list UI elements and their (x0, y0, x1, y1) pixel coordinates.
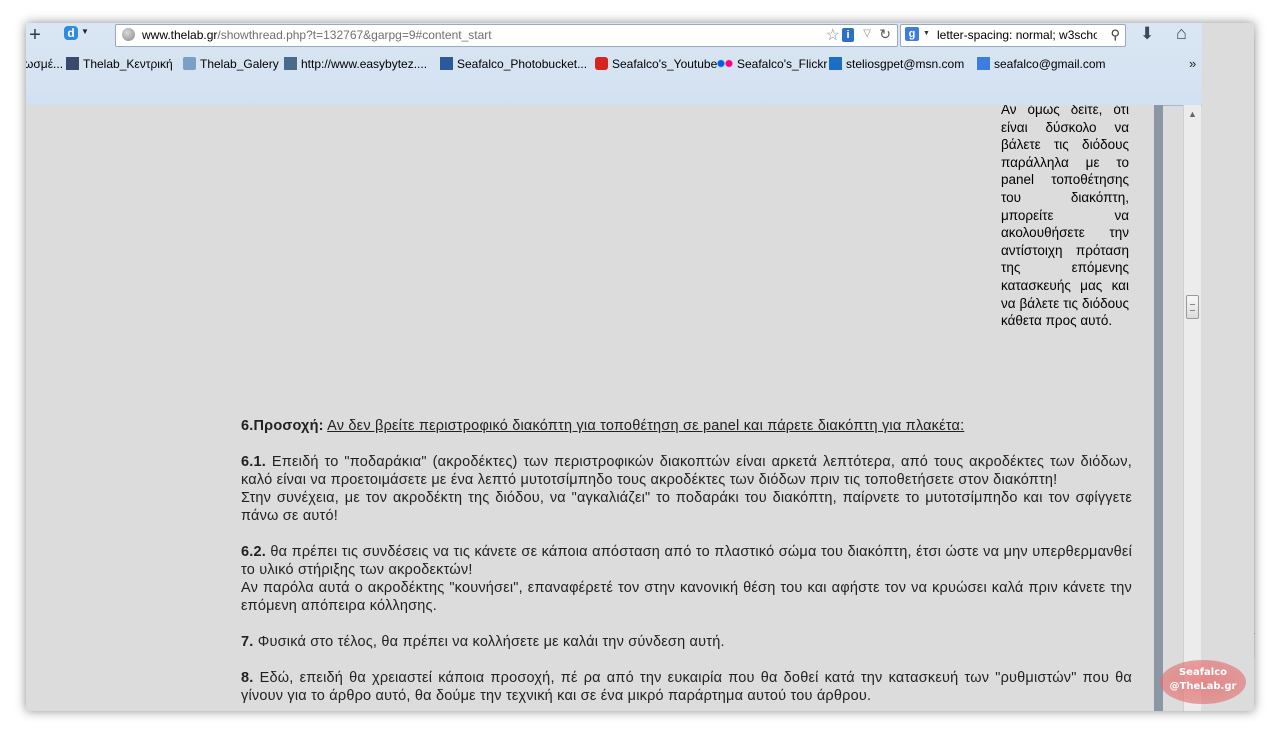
info-icon[interactable]: i (842, 28, 854, 42)
watermark-logo: Seafalco @TheLab.gr (1160, 660, 1246, 704)
section-number: 6.1. (241, 454, 266, 470)
bookmark-item[interactable]: Seafalco's_Flickr (717, 57, 827, 71)
bookmark-item[interactable]: Seafalco_Photobucket... (440, 57, 587, 71)
section-6: 6.Προσοχή: Αν δεν βρείτε περιστροφικό δι… (241, 417, 1132, 435)
vertical-scrollbar[interactable]: ▲ (1183, 105, 1201, 711)
photobucket-icon (440, 57, 453, 70)
flickr-icon (717, 57, 733, 70)
globe-icon[interactable] (122, 28, 135, 41)
section-8: 8. Εδώ, επειδή θα χρειαστεί κάποια προσο… (241, 670, 1132, 704)
section-number: 7. (241, 634, 254, 650)
bookmarks-toolbar: ωσμέ... Thelab_Κεντρική Thelab_Galery ht… (26, 55, 1202, 75)
page-content: Αν όμως δείτε, ότι είναι δύσκολο να βάλε… (26, 105, 1154, 711)
chevron-down-icon[interactable]: ▽ (863, 28, 871, 39)
chevron-down-icon[interactable]: ▼ (81, 27, 89, 36)
url-path: /showthread.php?t=132767&garpg=9#content… (217, 28, 492, 42)
search-input[interactable]: letter-spacing: normal; w3schools (937, 28, 1097, 42)
section-number: 6.2. (241, 544, 266, 560)
home-icon[interactable]: ⌂ (1176, 23, 1187, 44)
section-6-2: 6.2. θα πρέπει τις συνδέσεις να τις κάνε… (241, 544, 1132, 614)
section-7: 7. Φυσικά στο τέλος, θα πρέπει να κολλήσ… (241, 634, 725, 650)
bookmark-item[interactable]: http://www.easybytez.... (284, 57, 427, 71)
reload-icon[interactable]: ↻ (879, 26, 891, 43)
section-heading: Αν δεν βρείτε περιστροφικό διακόπτη για … (327, 418, 965, 434)
browser-toolbar: + d ▼ www.thelab.gr/showthread.php?t=132… (26, 23, 1202, 106)
thelab-icon (66, 57, 79, 70)
magnifier-icon[interactable]: ⚲ (1110, 27, 1120, 43)
delicious-icon[interactable]: d (64, 26, 78, 40)
chevron-down-icon[interactable]: ▼ (923, 30, 930, 37)
bookmark-item[interactable]: seafalco@gmail.com (977, 57, 1106, 71)
section-number: 6.Προσοχή: (241, 418, 324, 434)
side-paragraph: Αν όμως δείτε, ότι είναι δύσκολο να βάλε… (1001, 105, 1129, 329)
google-icon (977, 57, 990, 70)
outlook-icon (829, 57, 842, 70)
plus-icon[interactable]: + (26, 25, 44, 45)
search-bar[interactable]: g ▼ letter-spacing: normal; w3schools ⚲ (900, 24, 1126, 47)
url-text[interactable]: www.thelab.gr/showthread.php?t=132767&ga… (142, 28, 492, 42)
section-6-1: 6.1. Επειδή το "ποδαράκια" (ακροδέκτες) … (241, 454, 1132, 524)
url-bar[interactable]: www.thelab.gr/showthread.php?t=132767&ga… (115, 24, 898, 47)
download-icon[interactable]: ⬇ (1140, 24, 1154, 44)
chevron-right-icon[interactable]: » (1189, 56, 1196, 71)
bookmark-item[interactable]: Thelab_Κεντρική (66, 57, 173, 71)
bookmark-item[interactable]: ωσμέ... (26, 57, 63, 71)
section-number: 8. (241, 670, 254, 686)
bookmark-item[interactable]: steliosgpet@msn.com (829, 57, 964, 71)
page-border (1154, 105, 1163, 711)
bookmark-icon (183, 57, 196, 70)
google-icon[interactable]: g (905, 27, 919, 41)
star-icon[interactable]: ☆ (826, 25, 840, 45)
article-body: 6.Προσοχή: Αν δεν βρείτε περιστροφικό δι… (241, 417, 1132, 711)
download-bookmark-icon (284, 57, 297, 70)
scroll-thumb[interactable] (1186, 295, 1199, 319)
url-host: www.thelab.gr (142, 28, 218, 42)
browser-window: + d ▼ www.thelab.gr/showthread.php?t=132… (26, 23, 1254, 711)
youtube-icon (595, 57, 608, 70)
bookmark-item[interactable]: Seafalco's_Youtube (595, 57, 717, 71)
scroll-up-icon[interactable]: ▲ (1188, 109, 1197, 119)
bookmark-item[interactable]: Thelab_Galery (183, 57, 279, 71)
